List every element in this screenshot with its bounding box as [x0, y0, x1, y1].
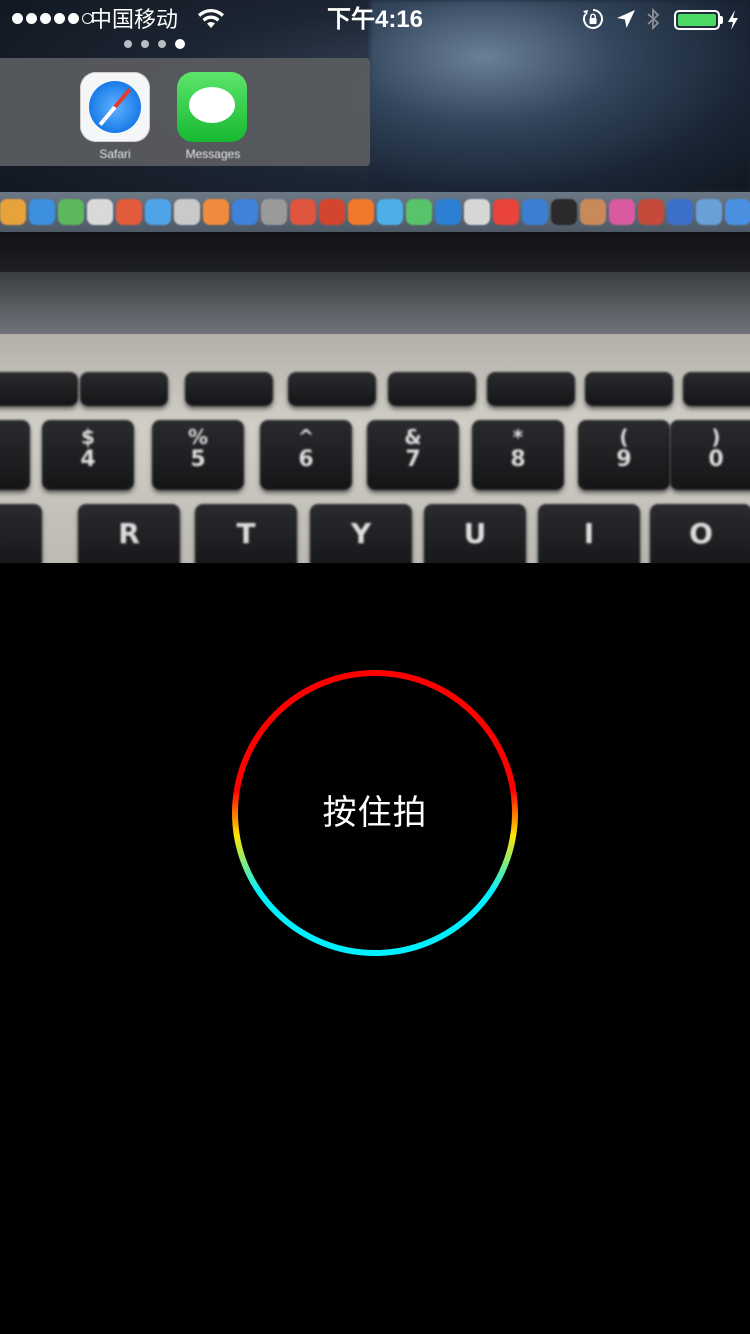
dock-app-icon [145, 199, 171, 225]
letter-key: Y [310, 504, 412, 563]
capture-controls: 按住拍 [0, 563, 750, 1334]
dock-app-icon [522, 199, 548, 225]
key-digit: 4 [80, 447, 96, 472]
function-key [487, 372, 575, 406]
key-digit: 7 [405, 447, 421, 472]
camera-preview: Safari Messages $4%5^6&7*8(9)0ERTYUIO [0, 0, 750, 563]
page-indicator [124, 39, 185, 49]
hold-to-record-button[interactable]: 按住拍 [230, 668, 520, 958]
key-letter: R [118, 517, 140, 550]
key-symbol: % [187, 425, 209, 449]
messages-label: Messages [185, 147, 241, 161]
dock-app-icon [638, 199, 664, 225]
dock-app-icon [232, 199, 258, 225]
letter-key: U [424, 504, 526, 563]
messages-icon [177, 72, 247, 142]
dock-app-icon [406, 199, 432, 225]
laptop-keyboard: $4%5^6&7*8(9)0ERTYUIO [0, 334, 750, 563]
number-key [0, 420, 30, 490]
key-symbol: $ [81, 425, 95, 449]
function-key [683, 372, 750, 406]
function-key [185, 372, 273, 406]
dock-app-icon [87, 199, 113, 225]
rotation-lock-icon [583, 9, 603, 29]
dock-app-icon [116, 199, 142, 225]
number-key: * 8 [472, 420, 564, 490]
key-letter: E [0, 504, 42, 563]
dock-app-icon [435, 199, 461, 225]
status-time: 下午4:16 [326, 6, 424, 33]
key-symbol: ) [711, 425, 721, 449]
dock-app-icon [580, 199, 606, 225]
dock-app-icon [0, 199, 26, 225]
location-arrow-icon [617, 10, 635, 28]
battery-nub [720, 16, 723, 24]
record-button-label: 按住拍 [322, 793, 428, 833]
bluetooth-icon [647, 7, 660, 31]
key-letter: Y [350, 517, 372, 550]
safari-label: Safari [99, 147, 131, 161]
dock-app-icon [464, 199, 490, 225]
dock-app-icon [290, 199, 316, 225]
number-key: & 7 [367, 420, 459, 490]
key-symbol: ( [619, 425, 629, 449]
function-key [288, 372, 376, 406]
mac-dock [0, 192, 750, 232]
letter-key: R [78, 504, 180, 563]
number-key: $4 [42, 420, 134, 490]
letter-key: O [650, 504, 750, 563]
dock-app-icon [348, 199, 374, 225]
letter-key: E [0, 504, 42, 563]
dock-app-icon [696, 199, 722, 225]
number-key: % 5 [152, 420, 244, 490]
key-digit: 6 [298, 447, 314, 472]
dock-app-icon [29, 199, 55, 225]
number-key: (9 [578, 420, 670, 490]
dock-app-icon [493, 199, 519, 225]
function-key [0, 372, 78, 406]
key-letter: O [689, 517, 713, 550]
dock-app-icon [203, 199, 229, 225]
safari-icon [80, 72, 150, 142]
laptop-hinge [0, 272, 750, 334]
function-key [80, 372, 168, 406]
dock-app-icon [261, 199, 287, 225]
key-symbol: * [512, 425, 524, 449]
number-key: ) 0 [670, 420, 750, 490]
status-bar: 中国移动 下午4:16 [0, 0, 750, 40]
battery-icon [674, 10, 720, 30]
key-symbol: & [404, 425, 422, 449]
key-symbol: ^ [297, 425, 315, 449]
dock-app-icon [58, 199, 84, 225]
key-digit: 5 [190, 447, 206, 472]
letter-key: I [538, 504, 640, 563]
key-letter: U [463, 517, 487, 550]
dock-app-icon [609, 199, 635, 225]
dock-app-icon [667, 199, 693, 225]
dock-app-icon [174, 199, 200, 225]
dock-app-icon [551, 199, 577, 225]
dock-app-icon [377, 199, 403, 225]
dock-app-icon [725, 199, 750, 225]
key-letter: T [236, 517, 256, 550]
function-key [585, 372, 673, 406]
key-digit: 8 [510, 447, 526, 472]
key-digit: 0 [708, 447, 724, 472]
charging-bolt-icon [728, 10, 738, 30]
letter-key: T [195, 504, 297, 563]
number-key: ^ 6 [260, 420, 352, 490]
function-key [388, 372, 476, 406]
camera-screen: Safari Messages $4%5^6&7*8(9)0ERTYUIO 中国… [0, 0, 750, 1334]
dock-app-icon [319, 199, 345, 225]
key-letter: I [583, 517, 595, 550]
key-digit: 9 [616, 447, 632, 472]
